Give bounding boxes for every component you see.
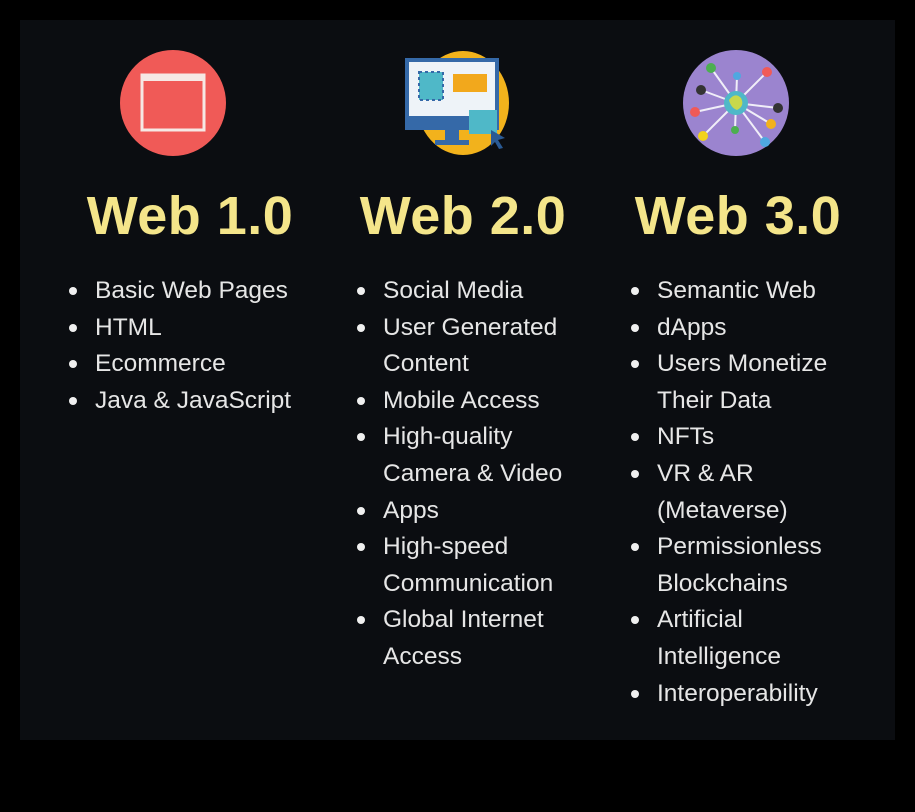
network-globe-icon [683,50,789,156]
list-item: Social Media [356,273,562,310]
list-item: dApps [630,310,827,347]
list-item: Permissionless Blockchains [630,529,827,602]
list-item: Mobile Access [356,383,562,420]
list-item: High-speed Communication [356,529,562,602]
list-item: Basic Web Pages [68,273,291,310]
list-item: User Generated Content [356,310,562,383]
list-item: Apps [356,493,562,530]
list-item: Ecommerce [68,346,291,383]
web1-list: Basic Web Pages HTML Ecommerce Java & JavaS… [68,273,291,420]
web2-title: Web 2.0 [359,186,567,246]
web2-list: Social Media User Generated Content Mobile… [356,273,562,676]
list-item: Users Monetize Their Data [630,346,827,419]
list-item: High-quality Camera & Video [356,419,562,492]
list-item: NFTs [630,419,827,456]
computer-monitor-icon [405,51,509,155]
list-item: VR & AR (Metaverse) [630,456,827,529]
list-item: Global Internet Access [356,602,562,675]
browser-window-icon [120,50,226,156]
list-item: HTML [68,310,291,347]
web3-list: Semantic Web dApps Users Monetize Their Da… [630,273,827,713]
infographic-panel: Web 1.0 Web 2.0 Web 3.0 Basic Web Pages H… [20,20,895,740]
list-item: Semantic Web [630,273,827,310]
list-item: Artificial Intelligence [630,602,827,675]
list-item: Interoperability [630,676,827,713]
list-item: Java & JavaScript [68,383,291,420]
web1-title: Web 1.0 [86,186,294,246]
web3-title: Web 3.0 [634,186,842,246]
